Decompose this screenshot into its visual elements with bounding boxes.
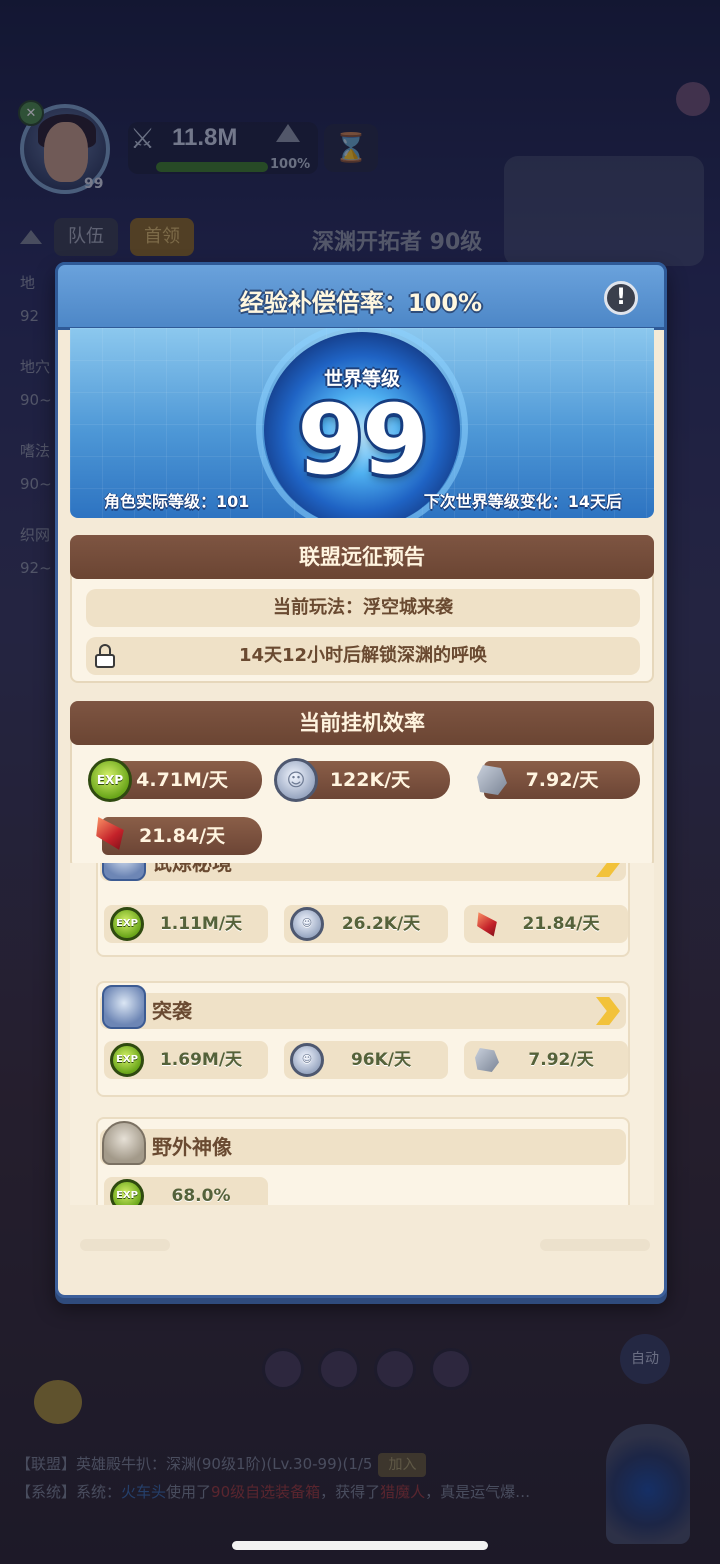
source-card-trial[interactable]: 试炼秘境 EXP 1.11M/天 ☺ 26.2K/天 21.84/天 — [96, 863, 630, 957]
trial-emblem-icon — [102, 863, 146, 881]
stone-rate-pill: 7.92/天 — [464, 1041, 628, 1079]
source-card-statue[interactable]: 野外神像 EXP 68.0% — [96, 1117, 630, 1213]
exp-icon: EXP — [110, 1043, 144, 1077]
info-icon[interactable]: ! — [604, 281, 638, 315]
exp-icon: EXP — [110, 907, 144, 941]
unlock-text: 14天12小时后解锁深渊的呼唤 — [238, 645, 488, 666]
efficiency-section: 当前挂机效率 4.71M/天 EXP 122K/天 ☺ 7.92/天 21.84… — [70, 701, 654, 869]
coin-rate-pill: ☺ 96K/天 — [284, 1041, 448, 1079]
next-change-text: 下次世界等级变化：14天后 — [423, 492, 622, 511]
unlock-pill: 14天12小时后解锁深渊的呼唤 — [86, 637, 640, 675]
world-level-modal: 经验补偿倍率：100% ! 世界等级 99 角色实际等级：101 下次世界等级变… — [55, 262, 667, 1298]
world-level-value: 99 — [297, 384, 429, 496]
lock-icon — [94, 644, 116, 668]
gem-rate-value: 21.84/天 — [522, 914, 600, 934]
source-name: 试炼秘境 — [152, 863, 232, 875]
modal-header: 经验补偿倍率：100% ! — [55, 262, 667, 330]
exp-rate-pill: EXP 1.69M/天 — [104, 1041, 268, 1079]
coin-rate-value: 122K/天 — [329, 769, 411, 791]
actual-level-text: 角色实际等级：101 — [104, 492, 250, 511]
dune-decoration — [80, 1239, 170, 1251]
modal-footer-decoration — [70, 1205, 654, 1275]
current-mode-pill: 当前玩法：浮空城来袭 — [86, 589, 640, 627]
home-indicator[interactable] — [232, 1541, 488, 1550]
dune-decoration — [540, 1239, 650, 1251]
exp-rate-pill: EXP 1.11M/天 — [104, 905, 268, 943]
coin-rate-value: 96K/天 — [350, 1050, 412, 1070]
gem-rate-value: 21.84/天 — [138, 825, 226, 847]
efficiency-heading: 当前挂机效率 — [70, 701, 654, 745]
coin-rate-value: 26.2K/天 — [341, 914, 421, 934]
coin-rate-pill: ☺ 26.2K/天 — [284, 905, 448, 943]
exp-rate-value: 68.0% — [171, 1186, 231, 1206]
coin-icon: ☺ — [290, 1043, 324, 1077]
statue-emblem-icon — [102, 1121, 146, 1165]
exp-compensation-title: 经验补偿倍率：100% — [239, 289, 483, 317]
gem-icon — [470, 907, 504, 941]
raid-emblem-icon — [102, 985, 146, 1029]
source-list[interactable]: 试炼秘境 EXP 1.11M/天 ☺ 26.2K/天 21.84/天 突袭 EX… — [70, 863, 654, 1213]
exp-rate-value: 1.11M/天 — [159, 914, 243, 934]
source-card-raid[interactable]: 突袭 EXP 1.69M/天 ☺ 96K/天 7.92/天 — [96, 981, 630, 1097]
source-card-header: 试炼秘境 — [100, 863, 626, 881]
gem-rate-pill: 21.84/天 — [464, 905, 628, 943]
alliance-forecast-heading: 联盟远征预告 — [70, 535, 654, 579]
stone-rate-value: 7.92/天 — [528, 1050, 594, 1070]
exp-rate-value: 1.69M/天 — [159, 1050, 243, 1070]
stone-rate-value: 7.92/天 — [525, 769, 599, 791]
source-card-header: 突袭 — [100, 993, 626, 1029]
source-name: 突袭 — [152, 999, 192, 1023]
coin-icon: ☺ — [274, 758, 318, 802]
source-card-header: 野外神像 — [100, 1129, 626, 1165]
alliance-forecast-section: 联盟远征预告 当前玩法：浮空城来袭 14天12小时后解锁深渊的呼唤 — [70, 535, 654, 683]
source-name: 野外神像 — [152, 1135, 232, 1159]
gem-icon — [88, 811, 132, 855]
stone-icon — [470, 758, 514, 802]
stone-icon — [470, 1043, 504, 1077]
coin-icon: ☺ — [290, 907, 324, 941]
exp-rate-value: 4.71M/天 — [136, 769, 228, 791]
exp-icon: EXP — [88, 758, 132, 802]
world-level-banner: 世界等级 99 角色实际等级：101 下次世界等级变化：14天后 — [70, 328, 654, 518]
